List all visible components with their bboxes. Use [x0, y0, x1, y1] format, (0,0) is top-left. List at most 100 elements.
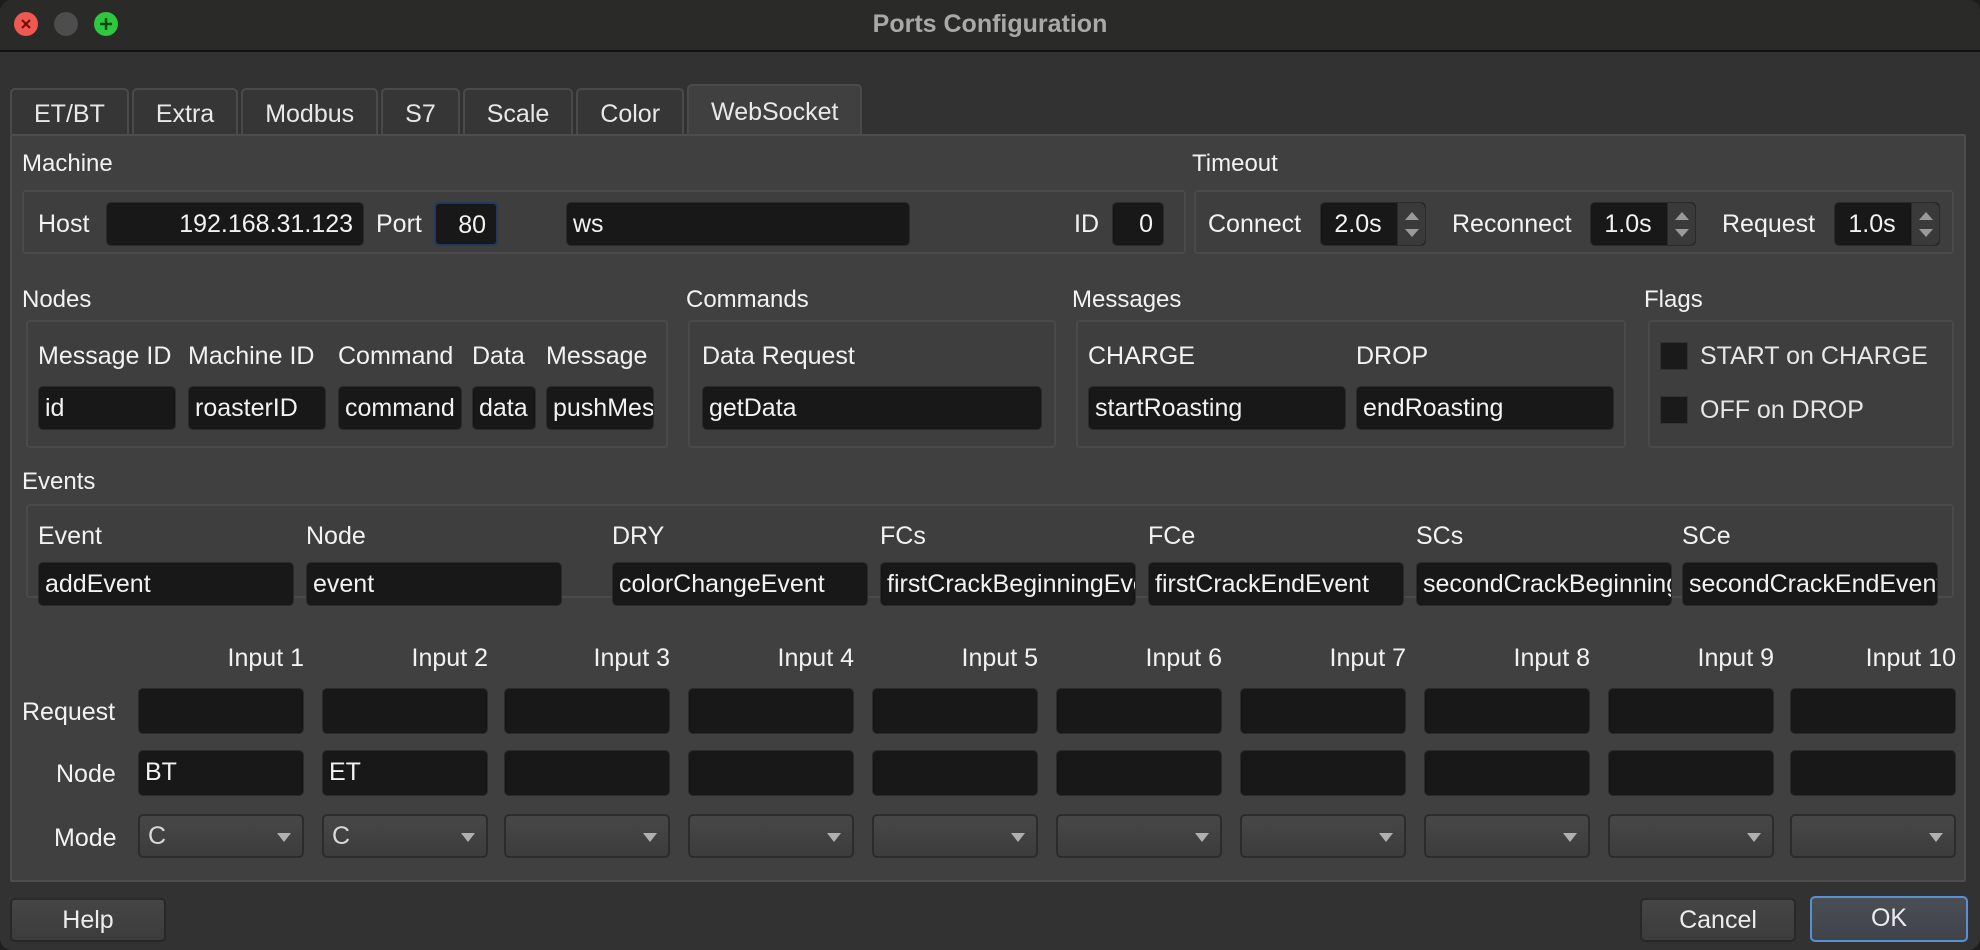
port-input[interactable]: 80 — [434, 202, 498, 246]
message-id-input[interactable]: id — [38, 386, 176, 430]
reconnect-label: Reconnect — [1452, 210, 1572, 238]
tab-color[interactable]: Color — [576, 88, 685, 134]
input-1-node-field[interactable]: BT — [138, 750, 304, 796]
drop-message-input[interactable]: endRoasting — [1356, 386, 1614, 430]
ok-button[interactable]: OK — [1810, 896, 1968, 942]
input-6-request-field[interactable] — [1056, 688, 1222, 734]
id-label: ID — [1074, 210, 1099, 238]
connect-timeout-spinbox[interactable]: 2.0s — [1320, 202, 1426, 246]
input-9-node-field[interactable] — [1608, 750, 1774, 796]
data-request-input[interactable]: getData — [702, 386, 1042, 430]
charge-message-input[interactable]: startRoasting — [1088, 386, 1346, 430]
host-label: Host — [38, 210, 90, 238]
input-10-node-field[interactable] — [1790, 750, 1956, 796]
input-6-header: Input 6 — [1145, 644, 1222, 672]
chevron-down-icon — [461, 833, 475, 842]
stepper-arrows-icon — [1919, 212, 1933, 237]
chevron-down-icon — [1747, 833, 1761, 842]
cancel-button[interactable]: Cancel — [1640, 898, 1796, 942]
start-on-charge-checkbox[interactable] — [1660, 342, 1688, 370]
event-node-input[interactable]: event — [306, 562, 562, 606]
off-on-drop-label[interactable]: OFF on DROP — [1700, 396, 1864, 425]
input-7-mode-select[interactable] — [1240, 814, 1406, 858]
chevron-down-icon — [827, 833, 841, 842]
data-label: Data — [472, 342, 525, 370]
input-10-request-field[interactable] — [1790, 688, 1956, 734]
scs-input[interactable]: secondCrackBeginningEvent — [1416, 562, 1672, 606]
tab-scale[interactable]: Scale — [462, 88, 574, 134]
input-3-mode-select[interactable] — [504, 814, 670, 858]
input-8-request-field[interactable] — [1424, 688, 1590, 734]
input-7-request-field[interactable] — [1240, 688, 1406, 734]
machine-id-input[interactable]: roasterID — [188, 386, 326, 430]
input-5-node-field[interactable] — [872, 750, 1038, 796]
reconnect-stepper[interactable] — [1667, 203, 1695, 245]
off-on-drop-checkbox[interactable] — [1660, 396, 1688, 424]
fce-input[interactable]: firstCrackEndEvent — [1148, 562, 1404, 606]
fce-label: FCe — [1148, 522, 1196, 550]
input-8-node-field[interactable] — [1424, 750, 1590, 796]
input-2-request-field[interactable] — [322, 688, 488, 734]
input-10-mode-select[interactable] — [1790, 814, 1956, 858]
port-label: Port — [376, 210, 422, 238]
charge-label: CHARGE — [1088, 342, 1195, 370]
input-1-mode-value: C — [148, 822, 167, 850]
input-5-header: Input 5 — [961, 644, 1038, 672]
input-5-mode-select[interactable] — [872, 814, 1038, 858]
chevron-down-icon — [1929, 833, 1943, 842]
start-on-charge-label[interactable]: START on CHARGE — [1700, 342, 1928, 371]
input-2-node-field[interactable]: ET — [322, 750, 488, 796]
input-7-node-field[interactable] — [1240, 750, 1406, 796]
input-4-request-field[interactable] — [688, 688, 854, 734]
input-4-mode-select[interactable] — [688, 814, 854, 858]
reconnect-timeout-spinbox[interactable]: 1.0s — [1590, 202, 1696, 246]
tab-modbus[interactable]: Modbus — [241, 88, 379, 134]
websocket-tab-pane: Machine Host 192.168.31.123 Port 80 Path… — [10, 134, 1966, 882]
input-6-node-field[interactable] — [1056, 750, 1222, 796]
data-input[interactable]: data — [472, 386, 536, 430]
event-input[interactable]: addEvent — [38, 562, 294, 606]
request-timeout-spinbox[interactable]: 1.0s — [1834, 202, 1940, 246]
node-row-label: Node — [56, 760, 116, 788]
input-10-header: Input 10 — [1865, 644, 1956, 672]
dry-input[interactable]: colorChangeEvent — [612, 562, 868, 606]
input-1-request-field[interactable] — [138, 688, 304, 734]
fcs-input[interactable]: firstCrackBeginningEvent — [880, 562, 1136, 606]
host-input[interactable]: 192.168.31.123 — [106, 202, 364, 246]
input-9-mode-select[interactable] — [1608, 814, 1774, 858]
input-3-node-field[interactable] — [504, 750, 670, 796]
flags-group — [1648, 320, 1954, 448]
tab-websocket[interactable]: WebSocket — [687, 84, 863, 134]
stepper-arrows-icon — [1675, 212, 1689, 237]
help-button[interactable]: Help — [10, 898, 166, 942]
tab-et-bt[interactable]: ET/BT — [10, 88, 129, 134]
input-6-mode-select[interactable] — [1056, 814, 1222, 858]
message-id-label: Message ID — [38, 342, 172, 370]
input-3-header: Input 3 — [593, 644, 670, 672]
reconnect-timeout-value: 1.0s — [1604, 210, 1652, 238]
request-stepper[interactable] — [1911, 203, 1939, 245]
message-input[interactable]: pushMessage — [546, 386, 654, 430]
id-input[interactable]: 0 — [1112, 202, 1164, 246]
input-4-node-field[interactable] — [688, 750, 854, 796]
input-5-request-field[interactable] — [872, 688, 1038, 734]
fcs-label: FCs — [880, 522, 926, 550]
input-1-mode-select[interactable]: C — [138, 814, 304, 858]
command-input[interactable]: command — [338, 386, 462, 430]
input-2-mode-select[interactable]: C — [322, 814, 488, 858]
ports-configuration-dialog: Ports Configuration ET/BT Extra Modbus S… — [0, 0, 1980, 950]
chevron-down-icon — [1563, 833, 1577, 842]
input-3-request-field[interactable] — [504, 688, 670, 734]
path-input[interactable]: ws — [566, 202, 910, 246]
request-timeout-value: 1.0s — [1848, 210, 1896, 238]
sce-input[interactable]: secondCrackEndEvent — [1682, 562, 1938, 606]
connect-stepper[interactable] — [1397, 203, 1425, 245]
input-9-header: Input 9 — [1697, 644, 1774, 672]
input-8-mode-select[interactable] — [1424, 814, 1590, 858]
tab-extra[interactable]: Extra — [131, 88, 239, 134]
chevron-down-icon — [643, 833, 657, 842]
input-8-header: Input 8 — [1513, 644, 1590, 672]
flags-section-label: Flags — [1644, 286, 1703, 313]
input-9-request-field[interactable] — [1608, 688, 1774, 734]
tab-s7[interactable]: S7 — [381, 88, 460, 134]
